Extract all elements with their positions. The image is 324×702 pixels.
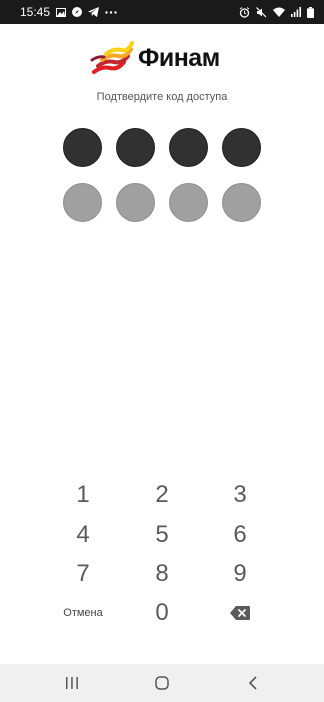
backspace-icon [230, 606, 250, 620]
more-icon [105, 10, 117, 14]
wifi-icon [273, 7, 285, 17]
pin-dot [63, 128, 102, 167]
entered-pin-indicator [63, 128, 261, 168]
telegram-icon [88, 7, 100, 17]
key-6[interactable]: 6 [200, 516, 280, 554]
signal-icon [291, 7, 301, 17]
pin-dot [169, 128, 208, 167]
pin-dot [222, 183, 261, 222]
cancel-button[interactable]: Отмена [43, 594, 123, 632]
backspace-button[interactable] [200, 594, 280, 632]
pin-dot [63, 183, 102, 222]
key-2[interactable]: 2 [122, 476, 202, 514]
image-icon [56, 7, 67, 17]
recent-apps-icon [66, 677, 78, 689]
key-8[interactable]: 8 [122, 555, 202, 593]
mute-icon [256, 6, 267, 18]
logo-text: Финам [138, 43, 220, 72]
home-icon [155, 676, 169, 690]
system-nav-bar [0, 664, 324, 702]
pin-dot [116, 183, 155, 222]
compass-icon [72, 7, 83, 17]
key-9[interactable]: 9 [200, 555, 280, 593]
recent-apps-button[interactable] [62, 673, 82, 693]
finam-logo: Финам [90, 38, 240, 78]
back-icon [248, 676, 257, 690]
key-5[interactable]: 5 [122, 516, 202, 554]
confirm-code-prompt: Подтвердите код доступа [96, 91, 228, 103]
key-7[interactable]: 7 [43, 555, 123, 593]
key-0[interactable]: 0 [122, 594, 202, 632]
confirm-pin-indicator [63, 183, 261, 223]
key-3[interactable]: 3 [200, 476, 280, 514]
battery-icon [307, 6, 314, 18]
key-1[interactable]: 1 [43, 476, 123, 514]
status-time: 15:45 [20, 5, 51, 19]
back-button[interactable] [243, 673, 263, 693]
status-bar: 15:45 [0, 0, 324, 24]
pin-dot [169, 183, 208, 222]
finam-logo-mark-icon [90, 41, 134, 74]
key-4[interactable]: 4 [43, 516, 123, 554]
pin-dot [116, 128, 155, 167]
pin-dot [222, 128, 261, 167]
alarm-icon [239, 6, 250, 18]
home-button[interactable] [152, 673, 172, 693]
